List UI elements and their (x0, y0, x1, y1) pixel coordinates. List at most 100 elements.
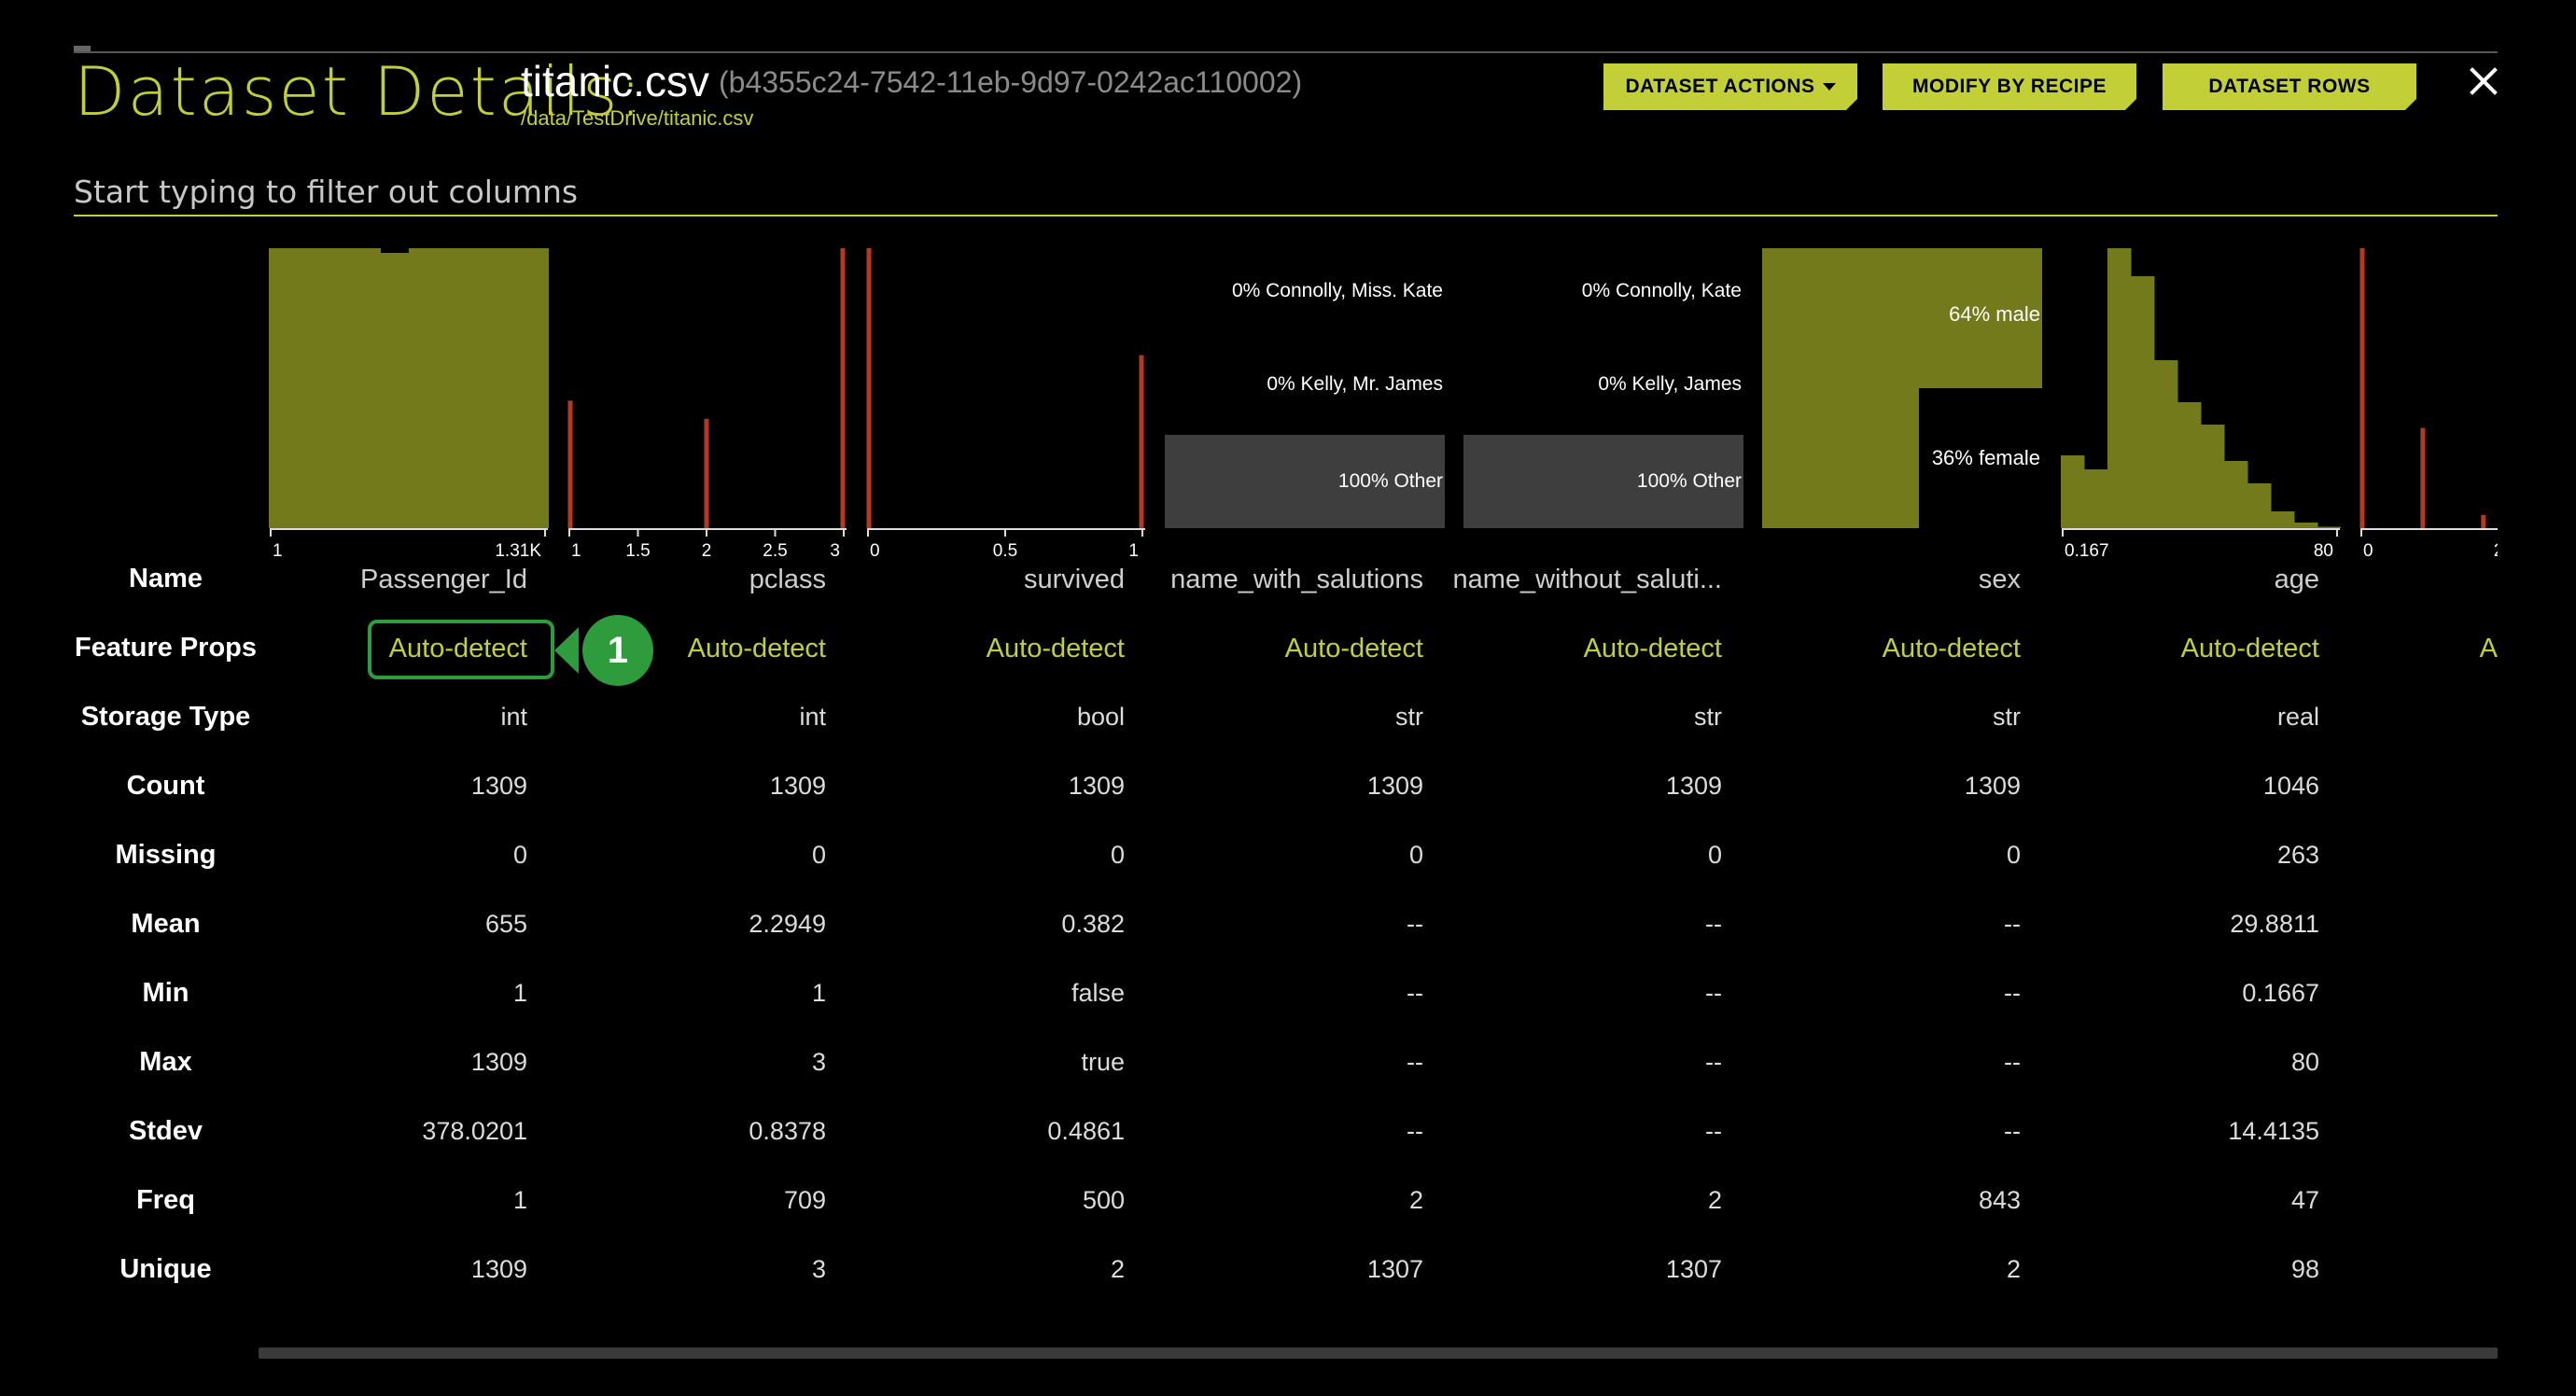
cell-name: name_with_salutions (1170, 565, 1423, 594)
histogram-bar (269, 248, 549, 528)
x-tick-label: 80 (2314, 541, 2333, 558)
horizontal-scrollbar[interactable] (259, 1347, 2498, 1359)
column-filter-input[interactable] (74, 168, 2498, 216)
cell-freq: 709 (783, 1186, 826, 1214)
category-label: 100% Other (1338, 470, 1443, 492)
feature-props-select[interactable]: Auto-detect (1722, 634, 2021, 664)
feature-props-select[interactable]: A (2199, 634, 2498, 664)
column-histogram: 0% Connolly, Miss. Kate 0% Kelly, Mr. Jam… (1165, 244, 1445, 558)
cell-unique: 1309 (470, 1255, 527, 1283)
cell-missing: 0 (2006, 841, 2021, 869)
cell-mean: 2.2949 (749, 910, 826, 938)
cell-min: -- (1705, 979, 1722, 1007)
category-label: 64% male (1949, 302, 2040, 326)
cell-max: -- (1407, 1048, 1423, 1076)
cell-stdev: 14.4135 (2228, 1117, 2319, 1145)
histogram-svg: 0.167 80 (2061, 248, 2341, 558)
x-tick-label: 1.31K (495, 541, 541, 558)
x-tick-label: 1.5 (625, 541, 650, 558)
histogram-spike (704, 418, 709, 528)
histogram-bar (2131, 276, 2155, 528)
cell-mean: 29.8811 (2230, 910, 2319, 938)
cell-stdev: -- (1407, 1117, 1423, 1145)
category-label: 36% female (1932, 446, 2040, 469)
histogram-spike (840, 248, 846, 528)
x-tick-label: 0.167 (2065, 541, 2109, 558)
column-histogram: 024 (2359, 244, 2498, 558)
callout-number: 1 (608, 630, 628, 671)
dataset-file-name: titanic.csv (521, 57, 709, 105)
x-tick-label: 3 (830, 541, 840, 558)
column-histogram: 0% Connolly, Kate 0% Kelly, James 100% Oth… (1463, 244, 1743, 558)
dataset-actions-label: DATASET ACTIONS (1625, 76, 1815, 97)
cell-min: 0.1667 (2242, 979, 2319, 1007)
column-histogram: 0.167 80 (2061, 244, 2341, 558)
cell-missing: 263 (2276, 841, 2319, 869)
cell-unique: 1307 (1665, 1255, 1722, 1283)
feature-props-select[interactable]: Auto-detect (826, 634, 1125, 664)
cell-stdev: 0.8378 (749, 1117, 826, 1145)
cell-name: age (2274, 565, 2319, 594)
cell-name: pclass (749, 565, 826, 594)
x-tick-label: 1 (571, 541, 581, 558)
callout-pointer (554, 627, 579, 674)
cell-min: 1 (512, 979, 527, 1007)
cell-freq: 2 (1707, 1186, 1722, 1214)
histogram-bar (2201, 425, 2225, 528)
cell-freq: 843 (1978, 1186, 2021, 1214)
feature-props-select[interactable]: Auto-detect (1125, 634, 1423, 664)
cell-storage-type: real (2276, 703, 2319, 731)
cell-missing: 0 (1110, 841, 1125, 869)
histogram-bar (2061, 455, 2085, 528)
histogram-spike (2420, 427, 2426, 528)
cell-storage-type: bool (1076, 703, 1125, 731)
cell-min: -- (1407, 979, 1423, 1007)
cell-freq: 2 (1408, 1186, 1423, 1214)
cell-count: 1046 (2262, 772, 2319, 800)
x-tick-label: 0.5 (993, 541, 1017, 558)
histogram-svg: 0% Connolly, Miss. Kate 0% Kelly, Mr. Jam… (1165, 280, 1445, 528)
cell-count: 1309 (1366, 772, 1423, 800)
cell-mean: -- (2004, 910, 2021, 938)
histogram-bar (2154, 360, 2178, 528)
histogram-spike (866, 248, 872, 528)
cell-max: 1309 (470, 1048, 527, 1076)
cell-name: sex (1978, 565, 2021, 594)
cell-name: Passenger_Id (360, 565, 527, 594)
histogram-svg: 1 1.5 2 2.5 3 (567, 248, 847, 558)
histogram-bar (2271, 511, 2295, 528)
tutorial-highlight-box (368, 620, 554, 679)
cell-missing: 0 (1408, 841, 1423, 869)
tutorial-callout-badge: 1 (554, 615, 653, 686)
cell-max: 80 (2290, 1048, 2319, 1076)
histogram-spike (2481, 514, 2486, 528)
cell-count: 1309 (769, 772, 826, 800)
dataset-rows-button[interactable]: DATASET ROWS (2163, 63, 2416, 110)
histogram-spike (2359, 248, 2365, 528)
close-icon[interactable] (2468, 65, 2499, 97)
cell-max: true (1081, 1048, 1125, 1076)
cell-storage-type: str (1993, 703, 2021, 731)
cell-missing: 0 (512, 841, 527, 869)
cell-unique: 2 (2006, 1255, 2021, 1283)
feature-props-select[interactable]: Auto-detect (1423, 634, 1722, 664)
cell-count: 1309 (1068, 772, 1125, 800)
dataset-file-path: /data/TestDrive/titanic.csv (521, 106, 754, 130)
cell-mean: 655 (484, 910, 527, 938)
histogram-dip (381, 248, 409, 253)
caret-down-icon (1823, 83, 1836, 91)
category-label: 0% Kelly, Mr. James (1267, 373, 1443, 395)
x-tick-label: 1 (273, 541, 283, 558)
column-histogram: 1 1.5 2 2.5 3 (567, 244, 847, 558)
dataset-actions-button[interactable]: DATASET ACTIONS (1603, 63, 1857, 110)
cell-mean: -- (1705, 910, 1722, 938)
modify-by-recipe-button[interactable]: MODIFY BY RECIPE (1883, 63, 2136, 110)
category-label: 100% Other (1637, 470, 1742, 492)
cell-missing: 0 (1707, 841, 1722, 869)
category-label: 0% Connolly, Miss. Kate (1232, 280, 1443, 301)
x-tick-label: 2.5 (763, 541, 787, 558)
column-histogram: 0 0.5 1 (866, 244, 1146, 558)
cell-name: name_without_saluti... (1452, 565, 1722, 594)
cell-unique: 1307 (1366, 1255, 1423, 1283)
cell-storage-type: str (1395, 703, 1423, 731)
